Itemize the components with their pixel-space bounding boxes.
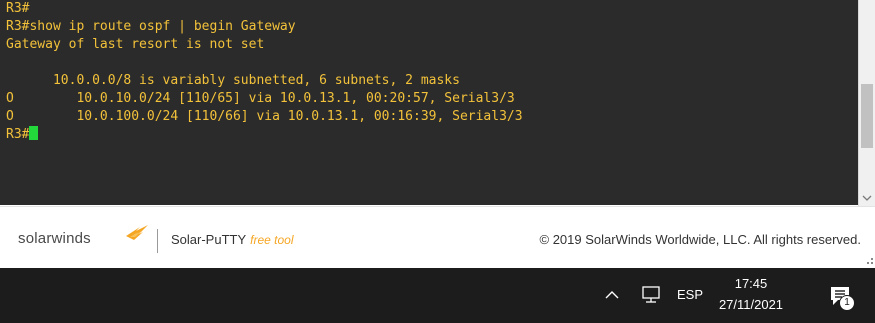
notification-count-badge: 1: [839, 295, 855, 311]
scrollbar-thumb[interactable]: [861, 84, 873, 148]
chevron-down-icon: [862, 195, 872, 201]
terminal-cursor: [29, 126, 39, 140]
chevron-up-icon[interactable]: [604, 288, 620, 302]
network-icon[interactable]: [640, 285, 662, 305]
solarwinds-logo-text[interactable]: solarwinds: [18, 230, 91, 247]
terminal-line: R3#: [6, 1, 30, 16]
solarwinds-flame-icon: [126, 225, 148, 240]
terminal-output: R3# R3#show ip route ospf | begin Gateway…: [6, 0, 523, 144]
product-label: Solar-PuTTY: [171, 232, 247, 247]
footer-divider: [157, 229, 158, 253]
terminal-line: 10.0.0.0/8 is variably subnetted, 6 subn…: [6, 73, 460, 88]
terminal-prompt-line[interactable]: R3#: [6, 126, 523, 144]
free-tool-label: free tool: [250, 233, 294, 247]
app-footer: solarwinds Solar-PuTTY free tool © 2019 S…: [0, 206, 875, 270]
terminal-prompt: R3#: [6, 127, 30, 142]
terminal-window[interactable]: R3# R3#show ip route ospf | begin Gateway…: [0, 0, 858, 205]
clock-date[interactable]: 27/11/2021: [716, 297, 786, 312]
copyright-text: © 2019 SolarWinds Worldwide, LLC. All ri…: [539, 232, 861, 247]
terminal-line: R3#show ip route ospf | begin Gateway: [6, 19, 296, 34]
screen: R3# R3#show ip route ospf | begin Gateway…: [0, 0, 875, 323]
product-name: Solar-PuTTY free tool: [171, 232, 294, 247]
scroll-down-button[interactable]: [859, 190, 875, 206]
terminal-line: O 10.0.10.0/24 [110/65] via 10.0.13.1, 0…: [6, 91, 515, 106]
resize-grip-icon[interactable]: [867, 258, 873, 264]
notification-center-button[interactable]: 1: [829, 285, 855, 311]
input-language-indicator[interactable]: ESP: [677, 287, 703, 302]
vertical-scrollbar[interactable]: [858, 0, 875, 206]
clock-time[interactable]: 17:45: [716, 276, 786, 291]
terminal-line: Gateway of last resort is not set: [6, 37, 265, 52]
taskbar: ESP 17:45 27/11/2021 1: [0, 268, 875, 323]
terminal-line: O 10.0.100.0/24 [110/66] via 10.0.13.1, …: [6, 109, 523, 124]
